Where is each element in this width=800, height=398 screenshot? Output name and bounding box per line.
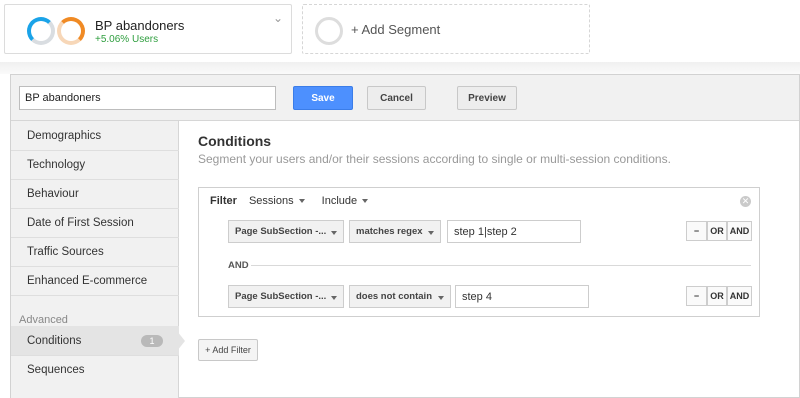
and-button[interactable]: AND: [727, 286, 752, 306]
or-button[interactable]: OR: [707, 286, 727, 306]
segment-name: BP abandoners: [95, 18, 185, 33]
dropdown-arrow-icon: [298, 199, 305, 204]
add-segment-label: + Add Segment: [351, 22, 441, 37]
condition-row: Page SubSection -... matches regex − OR …: [199, 220, 759, 244]
segment-name-input[interactable]: [19, 86, 276, 110]
dropdown-arrow-icon: [331, 296, 337, 300]
condition-value-input[interactable]: [455, 285, 589, 308]
scope-dropdown[interactable]: Sessions: [249, 195, 305, 207]
filter-header: Filter Sessions Include: [210, 195, 382, 207]
segment-users-change: +5.06% Users: [95, 34, 159, 45]
cancel-button[interactable]: Cancel: [367, 86, 426, 110]
sidebar-item-label: Conditions: [27, 334, 82, 347]
dimension-select[interactable]: Page SubSection -...: [228, 285, 344, 308]
and-button[interactable]: AND: [727, 221, 752, 241]
preview-button[interactable]: Preview: [457, 86, 517, 110]
add-segment-button[interactable]: + Add Segment: [302, 4, 590, 54]
empty-ring-icon: [315, 17, 343, 45]
segment-bar: BP abandoners +5.06% Users ⌄ + Add Segme…: [0, 0, 800, 62]
page-subtitle: Segment your users and/or their sessions…: [198, 152, 671, 166]
dimension-select[interactable]: Page SubSection -...: [228, 220, 344, 243]
segment-card[interactable]: BP abandoners +5.06% Users ⌄: [4, 4, 292, 54]
operator-value: matches regex: [356, 226, 423, 237]
sidebar-item-behaviour[interactable]: Behaviour: [11, 179, 179, 209]
filter-box: Filter Sessions Include ✕ Page SubSectio…: [198, 187, 760, 317]
sidebar-item-traffic-sources[interactable]: Traffic Sources: [11, 237, 179, 267]
dropdown-arrow-icon: [438, 296, 444, 300]
sidebar-item-enhanced-ecommerce[interactable]: Enhanced E-commerce: [11, 266, 179, 296]
operator-value: does not contain: [356, 291, 432, 302]
sidebar-item-technology[interactable]: Technology: [11, 150, 179, 180]
dimension-value: Page SubSection -...: [235, 291, 327, 302]
save-button[interactable]: Save: [293, 86, 353, 110]
segment-ring-icon: [27, 17, 55, 45]
mode-value: Include: [321, 195, 358, 207]
remove-condition-button[interactable]: −: [686, 286, 707, 306]
dropdown-arrow-icon: [428, 231, 434, 235]
count-badge: 1: [141, 335, 163, 347]
divider: [251, 265, 751, 266]
dropdown-arrow-icon: [362, 199, 369, 204]
operator-select[interactable]: matches regex: [349, 220, 441, 243]
remove-filter-icon[interactable]: ✕: [740, 196, 751, 207]
sidebar: Demographics Technology Behaviour Date o…: [11, 121, 185, 398]
remove-condition-button[interactable]: −: [686, 221, 707, 241]
operator-select[interactable]: does not contain: [349, 285, 451, 308]
filter-label: Filter: [210, 195, 237, 207]
segment-editor: Save Cancel Preview Demographics Technol…: [10, 74, 800, 398]
sidebar-item-demographics[interactable]: Demographics: [11, 121, 179, 151]
sidebar-item-date-of-first-session[interactable]: Date of First Session: [11, 208, 179, 238]
sidebar-item-conditions[interactable]: Conditions 1: [11, 326, 185, 356]
and-separator: AND: [228, 260, 249, 271]
dropdown-arrow-icon: [331, 231, 337, 235]
dimension-value: Page SubSection -...: [235, 226, 327, 237]
add-filter-button[interactable]: + Add Filter: [198, 339, 258, 361]
or-button[interactable]: OR: [707, 221, 727, 241]
conditions-panel: Conditions Segment your users and/or the…: [179, 121, 799, 398]
divider: [0, 62, 800, 74]
scope-value: Sessions: [248, 195, 294, 207]
editor-header: Save Cancel Preview: [11, 75, 799, 121]
sidebar-section-advanced: Advanced: [19, 314, 68, 326]
segment-ring-icon: [57, 17, 85, 45]
chevron-down-icon[interactable]: ⌄: [273, 11, 283, 25]
condition-value-input[interactable]: [447, 220, 581, 243]
page-title: Conditions: [198, 133, 272, 149]
include-dropdown[interactable]: Include: [321, 195, 369, 207]
condition-row: Page SubSection -... does not contain − …: [199, 285, 759, 309]
sidebar-item-sequences[interactable]: Sequences: [11, 355, 179, 385]
